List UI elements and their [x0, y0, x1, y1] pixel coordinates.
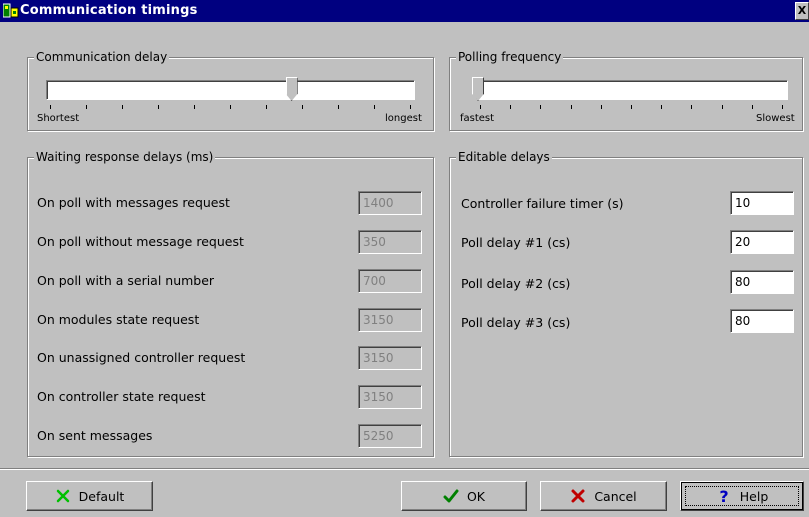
waiting-row-label: On poll with messages request [37, 195, 230, 210]
slider-tick [570, 105, 572, 109]
polling-frequency-min-label: fastest [460, 113, 495, 124]
slider-tick [631, 105, 632, 109]
slider-tick [194, 105, 195, 109]
default-button-label: Default [78, 488, 125, 504]
polling-frequency-title: Polling frequency [456, 49, 564, 65]
slider-tick [721, 105, 723, 109]
waiting-row-label: On controller state request [37, 389, 206, 404]
waiting-row-value [358, 269, 422, 293]
red-x-icon [571, 489, 585, 503]
slider-tick [540, 105, 542, 109]
slider-tick [50, 105, 51, 109]
communication-delay-slider-track[interactable] [46, 80, 415, 100]
communication-delay-max-label: longest [385, 113, 422, 124]
poll-delay-3-input[interactable] [730, 309, 794, 333]
waiting-row-value [358, 230, 422, 254]
communication-delay-group: Communication delay Shortest longest [27, 49, 434, 131]
polling-frequency-slider-track[interactable] [476, 80, 788, 100]
slider-tick [86, 105, 87, 109]
controller-failure-timer-input[interactable] [730, 191, 794, 215]
editable-row-label: Poll delay #1 (cs) [461, 235, 571, 250]
slider-tick [410, 105, 411, 109]
ok-button-label: OK [466, 488, 486, 504]
title-bar[interactable]: Communication timings X [0, 0, 809, 22]
waiting-row-value [358, 191, 422, 215]
cancel-button[interactable]: Cancel [540, 481, 667, 511]
polling-frequency-group: Polling frequency fastest Slowest [449, 49, 803, 131]
waiting-row-label: On poll with a serial number [37, 273, 215, 288]
waiting-response-delays-title: Waiting response delays (ms) [34, 149, 216, 165]
close-icon: X [797, 4, 807, 17]
slider-tick [122, 105, 123, 109]
waiting-row-value [358, 308, 422, 332]
footer-separator-highlight [0, 469, 809, 470]
editable-row-label: Controller failure timer (s) [461, 196, 624, 211]
close-button[interactable]: X [795, 2, 809, 20]
editable-row-label: Poll delay #3 (cs) [461, 315, 571, 330]
slider-tick [158, 105, 159, 109]
green-x-icon [56, 489, 69, 503]
svg-text:?: ? [719, 488, 728, 504]
help-button-label: Help [739, 488, 769, 504]
communication-delay-title: Communication delay [34, 49, 170, 65]
cancel-button-label: Cancel [594, 488, 637, 504]
slider-tick [691, 105, 693, 109]
polling-frequency-max-label: Slowest [756, 113, 795, 124]
question-mark-icon: ? [719, 488, 728, 504]
slider-tick [266, 105, 267, 109]
waiting-row-label: On unassigned controller request [37, 350, 246, 365]
slider-tick [510, 105, 512, 109]
slider-tick [230, 105, 231, 109]
communication-delay-min-label: Shortest [37, 113, 80, 124]
waiting-response-delays-group: Waiting response delays (ms) On poll wit… [27, 149, 434, 457]
checkmark-icon [443, 489, 459, 503]
waiting-row-label: On modules state request [37, 312, 200, 327]
slider-tick [480, 105, 481, 109]
editable-delays-group: Editable delays Controller failure timer… [449, 149, 803, 457]
waiting-row-value [358, 385, 422, 409]
default-button[interactable]: Default [26, 481, 153, 511]
slider-tick [374, 105, 375, 109]
window-title: Communication timings [20, 3, 198, 18]
waiting-row-label: On poll without message request [37, 234, 244, 249]
app-icon [3, 3, 19, 18]
slider-tick [302, 105, 303, 109]
slider-tick [782, 105, 783, 109]
ok-button[interactable]: OK [401, 481, 527, 511]
editable-row-label: Poll delay #2 (cs) [461, 276, 571, 291]
slider-tick [661, 105, 663, 109]
poll-delay-1-input[interactable] [730, 230, 794, 254]
slider-tick [600, 105, 602, 109]
slider-tick [338, 105, 339, 109]
waiting-row-value [358, 346, 422, 370]
editable-delays-title: Editable delays [456, 149, 552, 165]
waiting-row-label: On sent messages [37, 428, 153, 443]
poll-delay-2-input[interactable] [730, 270, 794, 294]
waiting-row-value [358, 424, 422, 448]
slider-tick [751, 105, 753, 109]
help-button[interactable]: ? Help [680, 481, 804, 511]
